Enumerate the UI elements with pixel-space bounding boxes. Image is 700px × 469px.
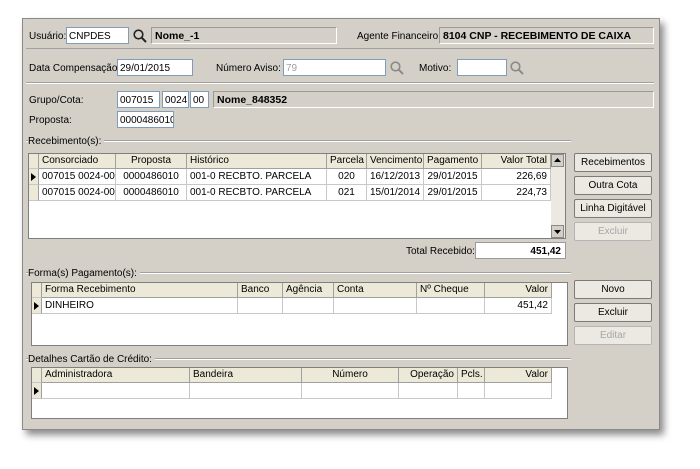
total-recebido-value: 451,42 [475,242,566,259]
numero-aviso-search-icon[interactable] [389,60,405,76]
grupo-input[interactable]: 007015 [117,91,160,108]
table-cell[interactable]: 007015 0024-00 [39,185,116,201]
pagamentos-grid[interactable]: Forma Recebimento Banco Agência Conta Nº… [31,282,568,346]
proposta-label: Proposta: [29,115,72,126]
grid-corner [29,154,39,169]
grupo-nome-display: Nome_848352 [213,91,654,108]
agente-label: Agente Financeiro: [357,31,441,42]
usuario-search-icon[interactable] [132,28,148,44]
outra-cota-button[interactable]: Outra Cota [574,176,652,195]
motivo-search-icon[interactable] [509,60,525,76]
digito-input[interactable]: 00 [190,91,209,108]
agente-display: 8104 CNP - RECEBIMENTO DE CAIXA [439,27,654,44]
proposta-input[interactable]: 0000486010 [117,111,174,128]
col-header[interactable]: Pcls. [458,368,485,383]
col-header[interactable]: Operação [399,368,458,383]
recebimentos-grid[interactable]: Consorciado Proposta Histórico Parcela V… [28,153,566,239]
grid-corner [32,368,42,383]
col-header[interactable]: Administradora [42,368,190,383]
col-header[interactable]: Proposta [116,154,187,169]
col-header[interactable]: Número [302,368,399,383]
cartao-section-label: Detalhes Cartão de Crédito: [28,354,155,365]
row-indicator[interactable] [29,185,39,201]
vertical-scrollbar[interactable] [551,154,565,238]
table-cell[interactable]: 16/12/2013 [367,169,424,185]
row-indicator[interactable] [32,383,42,399]
col-header[interactable]: Conta [334,283,417,298]
col-header[interactable]: Vencimento [367,154,424,169]
usuario-label: Usuário: [29,31,67,42]
scroll-up-arrow-icon [554,158,561,162]
scroll-down-arrow-icon [554,230,561,234]
numero-aviso-input[interactable]: 79 [283,59,386,76]
row-pointer-icon [31,173,36,181]
excluir-pagamento-button[interactable]: Excluir [574,303,652,322]
col-header[interactable]: Bandeira [190,368,302,383]
table-cell[interactable] [302,383,399,399]
recebimentos-section-label: Recebimento(s): [28,136,105,147]
col-header[interactable]: Banco [238,283,283,298]
data-compensacao-label: Data Compensação: [29,63,121,74]
table-cell[interactable] [334,298,417,314]
usuario-nome-display: Nome_-1 [151,27,337,44]
col-header[interactable]: Histórico [187,154,327,169]
table-cell[interactable]: 020 [327,169,367,185]
total-recebido-label: Total Recebido: [406,246,475,257]
col-header[interactable]: Pagamento [424,154,482,169]
col-header[interactable]: Parcela [327,154,367,169]
col-header[interactable]: Valor Total [482,154,551,169]
numero-aviso-label: Número Aviso: [216,63,281,74]
data-compensacao-input[interactable]: 29/01/2015 [117,59,193,76]
usuario-input[interactable]: CNPDES [66,27,129,44]
table-cell[interactable]: 15/01/2014 [367,185,424,201]
table-cell[interactable]: 451,42 [485,298,552,314]
table-cell[interactable]: 007015 0024-00 [39,169,116,185]
row-pointer-icon [34,387,39,395]
table-cell[interactable] [458,383,485,399]
table-cell[interactable]: 226,69 [482,169,551,185]
table-cell[interactable] [42,383,190,399]
table-cell[interactable]: 001-0 RECBTO. PARCELA [187,169,327,185]
recebimentos-group-line [26,140,571,142]
table-cell[interactable]: 29/01/2015 [424,169,482,185]
col-header[interactable]: Agência [283,283,334,298]
col-header[interactable]: Forma Recebimento [42,283,238,298]
table-cell[interactable] [283,298,334,314]
table-cell[interactable]: DINHEIRO [42,298,238,314]
cartao-grid[interactable]: Administradora Bandeira Número Operação … [31,367,568,419]
table-cell[interactable]: 001-0 RECBTO. PARCELA [187,185,327,201]
motivo-input[interactable] [457,59,507,76]
col-header[interactable]: Nº Cheque [417,283,485,298]
motivo-label: Motivo: [419,63,452,74]
linha-digitavel-button[interactable]: Linha Digitável [574,199,652,218]
table-cell[interactable] [190,383,302,399]
row-pointer-icon [34,302,39,310]
novo-button[interactable]: Novo [574,280,652,299]
table-cell[interactable] [417,298,485,314]
row-indicator[interactable] [32,298,42,314]
editar-button[interactable]: Editar [574,326,652,345]
window: Usuário: CNPDES Nome_-1 Agente Financeir… [22,18,660,430]
excluir-recebimento-button[interactable]: Excluir [574,222,652,241]
recebimentos-button[interactable]: Recebimentos [574,153,652,172]
table-cell[interactable] [399,383,458,399]
cota-input[interactable]: 0024 [162,91,189,108]
table-cell[interactable] [238,298,283,314]
table-cell[interactable]: 021 [327,185,367,201]
scroll-up-button[interactable] [551,154,564,167]
grid-corner [32,283,42,298]
table-cell[interactable] [485,383,552,399]
col-header[interactable]: Valor [485,368,552,383]
table-cell[interactable]: 29/01/2015 [424,185,482,201]
separator [26,82,654,84]
table-cell[interactable]: 224,73 [482,185,551,201]
grupo-cota-label: Grupo/Cota: [29,95,84,106]
col-header[interactable]: Valor [485,283,552,298]
pagamentos-section-label: Forma(s) Pagamento(s): [28,268,140,279]
table-cell[interactable]: 0000486010 [116,185,187,201]
row-indicator[interactable] [29,169,39,185]
table-cell[interactable]: 0000486010 [116,169,187,185]
scroll-down-button[interactable] [551,225,564,238]
col-header[interactable]: Consorciado [39,154,116,169]
